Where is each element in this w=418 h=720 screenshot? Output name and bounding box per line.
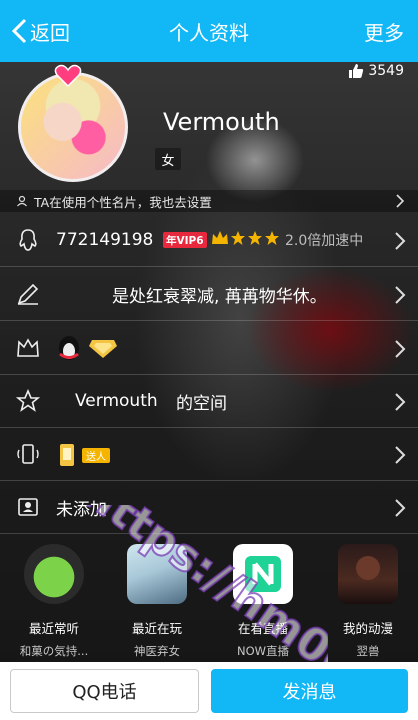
chevron-left-icon xyxy=(11,18,27,44)
gift-row[interactable]: 送人 xyxy=(0,428,418,481)
more-button[interactable]: 更多 xyxy=(364,0,404,62)
recent-subtitle: 和菓の気持... xyxy=(19,644,89,658)
chevron-right-icon xyxy=(395,446,406,464)
anime-icon xyxy=(338,544,398,604)
thumbs-up-icon xyxy=(349,64,364,78)
recent-anime-item[interactable]: 我的动漫 翌兽 xyxy=(318,544,418,659)
recent-subtitle: 神医弃女 xyxy=(134,644,180,658)
nickname: Vermouth xyxy=(163,108,280,136)
qzone-label: 的空间 xyxy=(176,393,227,414)
like-counter[interactable]: 3549 xyxy=(348,62,404,80)
heart-icon xyxy=(54,64,82,88)
gender-badge: 女 xyxy=(155,148,181,170)
star-icon xyxy=(265,231,279,245)
badges-row[interactable] xyxy=(0,322,418,375)
qzone-row[interactable]: Vermouth 的空间 xyxy=(0,375,418,428)
qq-call-button[interactable]: QQ电话 xyxy=(10,669,200,713)
avatar[interactable] xyxy=(18,64,128,182)
gift-badge: 送人 xyxy=(82,448,110,463)
qq-penguin-badge-icon xyxy=(59,336,79,360)
recent-subtitle: 翌兽 xyxy=(356,644,380,658)
avatar-image xyxy=(18,72,128,182)
personal-card-notice[interactable]: TA在使用个性名片，我也去设置 xyxy=(0,190,418,212)
qq-number-row[interactable]: 772149198 年VIP6 2.0倍加速中 xyxy=(0,214,418,267)
card-notice-text: TA在使用个性名片，我也去设置 xyxy=(34,194,212,210)
top-bar: 返回 个人资料 更多 xyxy=(0,0,418,62)
level-crowns[interactable] xyxy=(211,230,280,246)
crown-icon xyxy=(212,231,228,244)
recent-subtitle: NOW直播 xyxy=(236,644,290,658)
star-icon xyxy=(231,231,245,245)
recent-title: 最近常听 xyxy=(28,621,79,636)
signature-row[interactable]: 是处红衰翠减, 苒苒物华休。 xyxy=(0,268,418,321)
chevron-right-icon xyxy=(395,232,406,250)
chevron-right-icon xyxy=(395,393,406,411)
chevron-right-icon xyxy=(395,499,406,517)
signature-text: 是处红衰翠减, 苒苒物华休。 xyxy=(112,286,327,307)
bottom-action-bar: QQ电话 发消息 xyxy=(0,662,418,720)
qzone-owner: Vermouth xyxy=(75,391,158,411)
diamond-badge-icon xyxy=(89,340,117,358)
now-live-icon xyxy=(233,544,293,604)
id-card-icon xyxy=(18,498,38,516)
chevron-right-icon xyxy=(395,340,406,358)
recent-title: 最近在玩 xyxy=(131,621,182,636)
music-icon xyxy=(24,544,84,604)
gift-phone-icon xyxy=(60,444,74,466)
recent-activity-strip: 最近常听 和菓の気持... 最近在玩 神医弃女 在看直播 NOW直播 我的动漫 … xyxy=(0,532,418,662)
recent-live-item[interactable]: 在看直播 NOW直播 xyxy=(213,544,313,659)
penguin-icon xyxy=(19,229,37,251)
profile-info-row[interactable]: 未添加 xyxy=(0,481,418,534)
vip-badge[interactable]: 年VIP6 xyxy=(163,232,207,248)
recent-title: 在看直播 xyxy=(237,621,288,636)
recent-title: 我的动漫 xyxy=(342,621,393,636)
qq-number: 772149198 xyxy=(56,230,154,250)
chevron-right-icon xyxy=(395,286,406,304)
star-outline-icon xyxy=(16,389,40,412)
phone-icon xyxy=(17,444,39,464)
chevron-right-icon xyxy=(396,194,404,208)
speed-status: 2.0倍加速中 xyxy=(285,233,364,249)
recent-music-item[interactable]: 最近常听 和菓の気持... xyxy=(4,544,104,659)
profile-info-text: 未添加 xyxy=(56,499,107,520)
star-icon xyxy=(248,231,262,245)
back-label: 返回 xyxy=(30,20,70,45)
crown-outline-icon xyxy=(17,338,39,357)
game-icon xyxy=(127,544,187,604)
pencil-icon xyxy=(17,283,39,305)
recent-game-item[interactable]: 最近在玩 神医弃女 xyxy=(107,544,207,659)
back-button[interactable]: 返回 xyxy=(10,0,70,62)
play-icon xyxy=(245,556,281,592)
page-title: 个人资料 xyxy=(169,20,249,45)
card-user-icon xyxy=(17,195,27,207)
send-message-button[interactable]: 发消息 xyxy=(211,669,408,713)
like-count: 3549 xyxy=(368,63,404,79)
